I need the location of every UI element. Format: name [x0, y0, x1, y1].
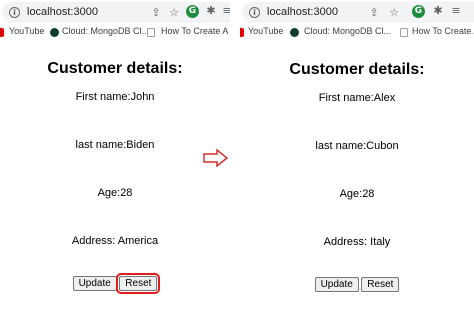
bookmarks-bar: YouTube Cloud: MongoDB Cl... How To Crea…: [0, 25, 230, 41]
star-icon[interactable]: ☆: [386, 5, 402, 21]
extensions-icon[interactable]: ✱: [203, 3, 219, 19]
youtube-icon: [0, 28, 4, 37]
reset-button[interactable]: Reset: [116, 273, 161, 294]
browser-toolbar: i localhost:3000 ⇪ ☆ G ✱ ≡ YouTube Cloud…: [240, 0, 474, 46]
bookmark-mongodb[interactable]: Cloud: MongoDB Cl...: [62, 26, 149, 36]
share-icon[interactable]: ⇪: [366, 5, 382, 21]
extensions-icon[interactable]: ✱: [430, 3, 446, 19]
mongodb-icon: [290, 28, 299, 37]
update-button[interactable]: Update: [314, 277, 359, 292]
bookmark-mongodb[interactable]: Cloud: MongoDB Cl...: [304, 26, 391, 36]
bookmark-how-to[interactable]: How To Create A Cl...: [412, 26, 474, 36]
first-name-text: First name:John: [75, 91, 155, 103]
browser-toolbar: i localhost:3000 ⇪ ☆ G ✱ ≡ YouTube Cloud…: [0, 0, 230, 46]
site-info-icon[interactable]: i: [249, 7, 260, 18]
site-info-icon[interactable]: i: [9, 7, 20, 18]
browser-window-before: i localhost:3000 ⇪ ☆ G ✱ ≡ YouTube Cloud…: [0, 0, 230, 310]
age-text: Age:28: [97, 187, 133, 199]
grammarly-icon[interactable]: G: [412, 5, 425, 18]
last-name-text: last name:Biden: [75, 139, 155, 151]
bookmark-how-to[interactable]: How To Create A Cl...: [161, 26, 230, 36]
last-name-text: last name:Cubon: [315, 140, 399, 152]
url-text[interactable]: localhost:3000: [267, 6, 338, 18]
address-text: Address: Italy: [323, 236, 391, 248]
reading-list-icon[interactable]: ≡: [448, 3, 464, 19]
page-icon: [147, 28, 155, 37]
bookmark-youtube[interactable]: YouTube: [9, 26, 44, 36]
reading-list-icon[interactable]: ≡: [219, 3, 230, 19]
right-arrow-icon: [203, 149, 229, 167]
first-name-text: First name:Alex: [318, 92, 396, 104]
url-text[interactable]: localhost:3000: [27, 6, 98, 18]
age-text: Age:28: [339, 188, 375, 200]
mongodb-icon: [50, 28, 59, 37]
grammarly-icon[interactable]: G: [186, 5, 199, 18]
page-title: Customer details:: [289, 61, 425, 78]
button-row: Update Reset: [0, 273, 230, 294]
address-text: Address: America: [71, 235, 159, 247]
bookmarks-bar: YouTube Cloud: MongoDB Cl... How To Crea…: [240, 25, 474, 41]
bookmark-youtube[interactable]: YouTube: [248, 26, 283, 36]
page-title: Customer details:: [47, 60, 183, 77]
youtube-icon: [240, 28, 244, 37]
star-icon[interactable]: ☆: [166, 5, 182, 21]
page-icon: [400, 28, 408, 37]
button-row: Update Reset: [240, 274, 474, 292]
reset-button[interactable]: Reset: [361, 277, 400, 292]
share-icon[interactable]: ⇪: [148, 5, 164, 21]
browser-window-after: i localhost:3000 ⇪ ☆ G ✱ ≡ YouTube Cloud…: [240, 0, 474, 310]
update-button[interactable]: Update: [72, 276, 117, 291]
